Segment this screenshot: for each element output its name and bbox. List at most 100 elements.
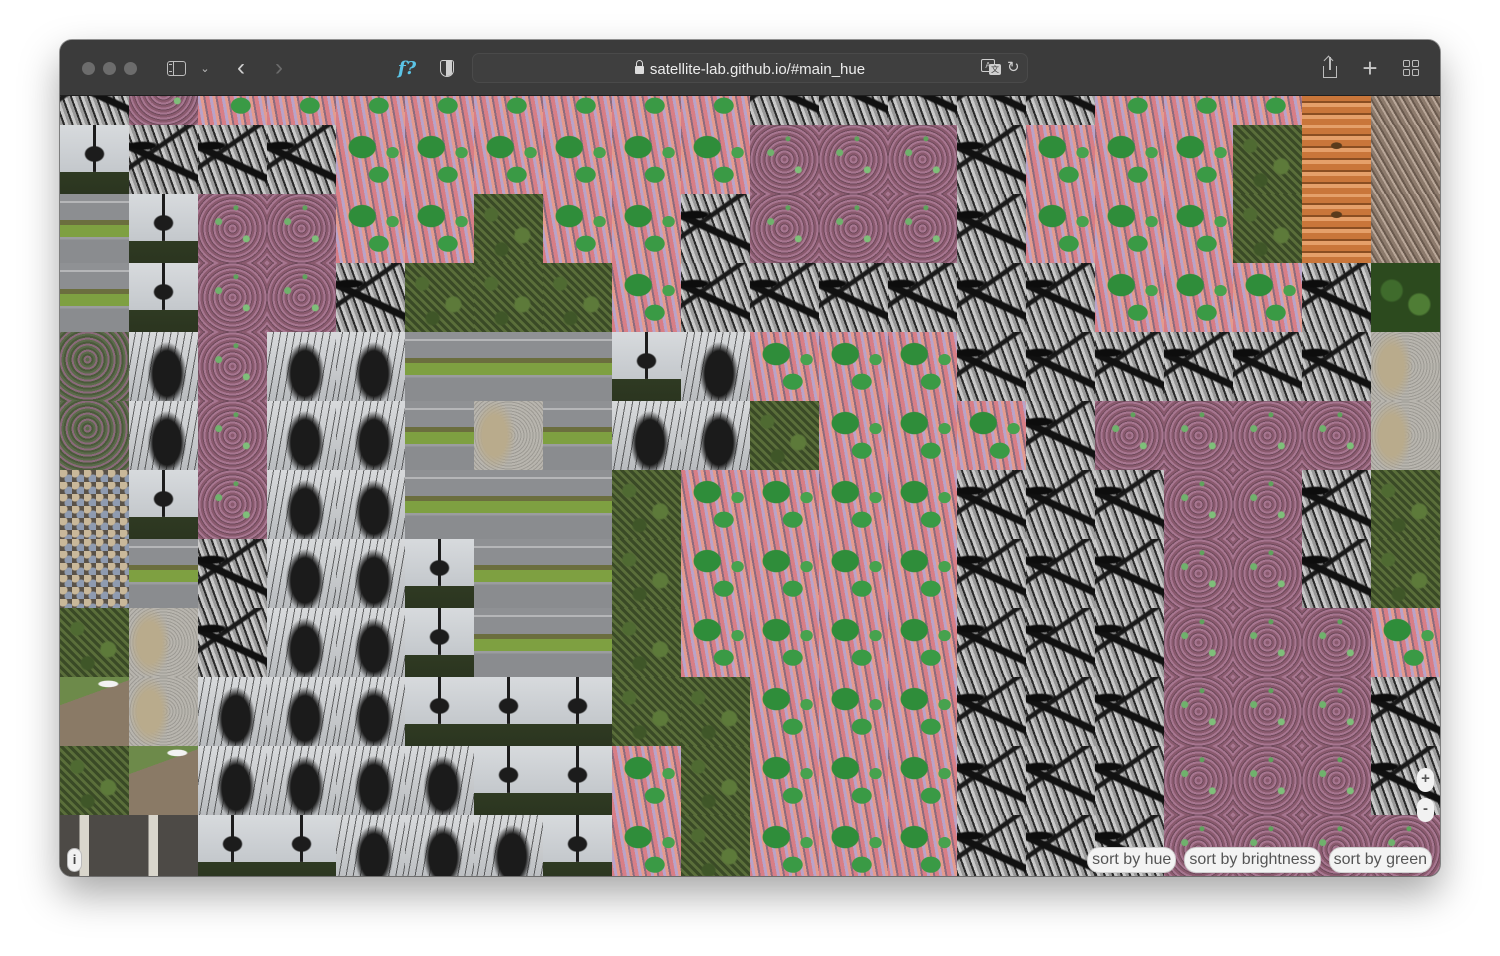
image-tile-branches-canopy[interactable] xyxy=(129,125,198,194)
image-tile-green-leaves-on-pink[interactable] xyxy=(612,746,681,815)
image-tile-fence-rail-grass[interactable] xyxy=(543,470,612,539)
image-tile-branches-canopy[interactable] xyxy=(957,332,1026,401)
image-tile-green-leaves-on-pink[interactable] xyxy=(888,470,957,539)
image-tile-green-leaves-on-pink[interactable] xyxy=(819,332,888,401)
image-tile-orange-bark[interactable] xyxy=(1302,96,1371,125)
image-tile-branches-canopy[interactable] xyxy=(1302,263,1371,332)
image-tile-branches-canopy[interactable] xyxy=(1095,677,1164,746)
image-tile-dry-grass[interactable] xyxy=(1371,125,1440,194)
image-tile-green-foliage[interactable] xyxy=(612,470,681,539)
function-extension-icon[interactable]: f? xyxy=(393,56,421,80)
image-tile-branches-canopy[interactable] xyxy=(750,263,819,332)
image-tile-tree-silhouette[interactable] xyxy=(336,332,405,401)
image-tile-branches-canopy[interactable] xyxy=(1095,332,1164,401)
image-tile-concrete[interactable] xyxy=(474,401,543,470)
image-tile-green-leaves-on-pink[interactable] xyxy=(888,401,957,470)
image-tile-pink-leaf-litter[interactable] xyxy=(750,125,819,194)
image-tile-green-leaves-on-pink[interactable] xyxy=(1164,263,1233,332)
image-tile-branches-canopy[interactable] xyxy=(819,96,888,125)
image-tile-pink-leaf-litter[interactable] xyxy=(888,125,957,194)
zoom-out-button[interactable]: - xyxy=(1417,798,1434,822)
image-tile-green-foliage[interactable] xyxy=(681,677,750,746)
image-tile-tree-silhouette[interactable] xyxy=(336,608,405,677)
image-tile-fence-rail-grass[interactable] xyxy=(543,332,612,401)
image-tile-tree-silhouette[interactable] xyxy=(267,539,336,608)
image-tile-green-leaves-on-pink[interactable] xyxy=(405,125,474,194)
image-tile-green-foliage[interactable] xyxy=(474,194,543,263)
image-tile-branches-canopy[interactable] xyxy=(1095,470,1164,539)
image-tile-road-markings[interactable] xyxy=(129,815,198,876)
image-tile-green-leaves-on-pink[interactable] xyxy=(888,539,957,608)
image-tile-pink-leaf-litter[interactable] xyxy=(1302,401,1371,470)
image-tile-pink-leaf-litter[interactable] xyxy=(1233,401,1302,470)
image-tile-green-leaves-on-pink[interactable] xyxy=(612,263,681,332)
address-bar[interactable]: satellite-lab.github.io/#main_hue A 文 ↻ xyxy=(472,53,1028,83)
image-tile-green-foliage[interactable] xyxy=(1233,194,1302,263)
image-tile-green-leaves-on-pink[interactable] xyxy=(1164,194,1233,263)
image-tile-moss-litter[interactable] xyxy=(60,332,129,401)
image-tile-branches-canopy[interactable] xyxy=(336,263,405,332)
zoom-in-button[interactable]: + xyxy=(1417,768,1434,792)
maximize-window-button[interactable] xyxy=(124,62,137,75)
image-tile-green-leaves-on-pink[interactable] xyxy=(1164,125,1233,194)
image-tile-pink-leaf-litter[interactable] xyxy=(1095,401,1164,470)
info-button[interactable]: i xyxy=(67,848,82,872)
image-tile-branches-canopy[interactable] xyxy=(1164,332,1233,401)
image-tile-green-leaves-on-pink[interactable] xyxy=(612,815,681,876)
image-tile-green-leaves-on-pink[interactable] xyxy=(888,332,957,401)
image-tile-lone-tree-field[interactable] xyxy=(405,539,474,608)
image-tile-tree-silhouette[interactable] xyxy=(612,401,681,470)
image-tile-branches-canopy[interactable] xyxy=(957,746,1026,815)
image-tile-green-leaves-on-pink[interactable] xyxy=(681,608,750,677)
image-tile-branches-canopy[interactable] xyxy=(1026,539,1095,608)
image-tile-pink-leaf-litter[interactable] xyxy=(198,332,267,401)
image-tile-branches-canopy[interactable] xyxy=(1095,539,1164,608)
image-tile-fence-rail-grass[interactable] xyxy=(543,539,612,608)
image-tile-pink-leaf-litter[interactable] xyxy=(1302,677,1371,746)
image-tile-green-leaves-on-pink[interactable] xyxy=(750,470,819,539)
image-tile-fence-rail-grass[interactable] xyxy=(405,332,474,401)
image-tile-green-leaves-on-pink[interactable] xyxy=(750,677,819,746)
image-tile-concrete[interactable] xyxy=(1371,401,1440,470)
image-tile-green-leaves-on-pink[interactable] xyxy=(1026,194,1095,263)
image-tile-green-leaves-on-pink[interactable] xyxy=(336,125,405,194)
image-tile-branches-canopy[interactable] xyxy=(681,194,750,263)
image-tile-dry-grass[interactable] xyxy=(1371,96,1440,125)
image-tile-pink-leaf-litter[interactable] xyxy=(819,194,888,263)
image-tile-pebbles[interactable] xyxy=(60,470,129,539)
image-tile-branches-canopy[interactable] xyxy=(1026,677,1095,746)
image-tile-green-leaves-on-pink[interactable] xyxy=(336,96,405,125)
image-tile-dirt-path-snow[interactable] xyxy=(60,677,129,746)
image-tile-pink-leaf-litter[interactable] xyxy=(267,194,336,263)
grid-icon[interactable] xyxy=(1401,56,1421,80)
image-tile-green-leaves-on-pink[interactable] xyxy=(405,96,474,125)
minimize-window-button[interactable] xyxy=(103,62,116,75)
image-tile-branches-canopy[interactable] xyxy=(681,263,750,332)
chevron-left-icon[interactable]: ‹ xyxy=(232,54,250,81)
image-tile-fence-rail-grass[interactable] xyxy=(60,194,129,263)
image-tile-branches-canopy[interactable] xyxy=(957,608,1026,677)
image-tile-lone-tree-field[interactable] xyxy=(129,194,198,263)
image-tile-lone-tree-field[interactable] xyxy=(129,470,198,539)
sort-by-green-button[interactable]: sort by green xyxy=(1328,847,1432,873)
image-tile-pink-leaf-litter[interactable] xyxy=(198,263,267,332)
image-tile-lone-tree-field[interactable] xyxy=(129,263,198,332)
image-tile-tree-silhouette[interactable] xyxy=(198,677,267,746)
image-tile-green-leaves-on-pink[interactable] xyxy=(1164,96,1233,125)
image-tile-branches-canopy[interactable] xyxy=(1371,677,1440,746)
share-icon[interactable] xyxy=(1320,56,1340,80)
image-tile-green-leaves-on-pink[interactable] xyxy=(1095,194,1164,263)
image-tile-green-foliage[interactable] xyxy=(543,263,612,332)
image-tile-green-leaves-on-pink[interactable] xyxy=(1371,608,1440,677)
image-tile-pink-leaf-litter[interactable] xyxy=(1164,677,1233,746)
image-tile-fence-rail-grass[interactable] xyxy=(543,401,612,470)
image-tile-fence-rail-grass[interactable] xyxy=(543,608,612,677)
image-tile-branches-canopy[interactable] xyxy=(819,263,888,332)
image-tile-tree-silhouette[interactable] xyxy=(267,470,336,539)
image-tile-green-leaves-on-pink[interactable] xyxy=(888,677,957,746)
image-tile-green-foliage[interactable] xyxy=(1371,539,1440,608)
image-tile-branches-canopy[interactable] xyxy=(1026,815,1095,876)
image-tile-green-foliage[interactable] xyxy=(1371,470,1440,539)
image-tile-ivy[interactable] xyxy=(1371,263,1440,332)
image-tile-pink-leaf-litter[interactable] xyxy=(1233,608,1302,677)
